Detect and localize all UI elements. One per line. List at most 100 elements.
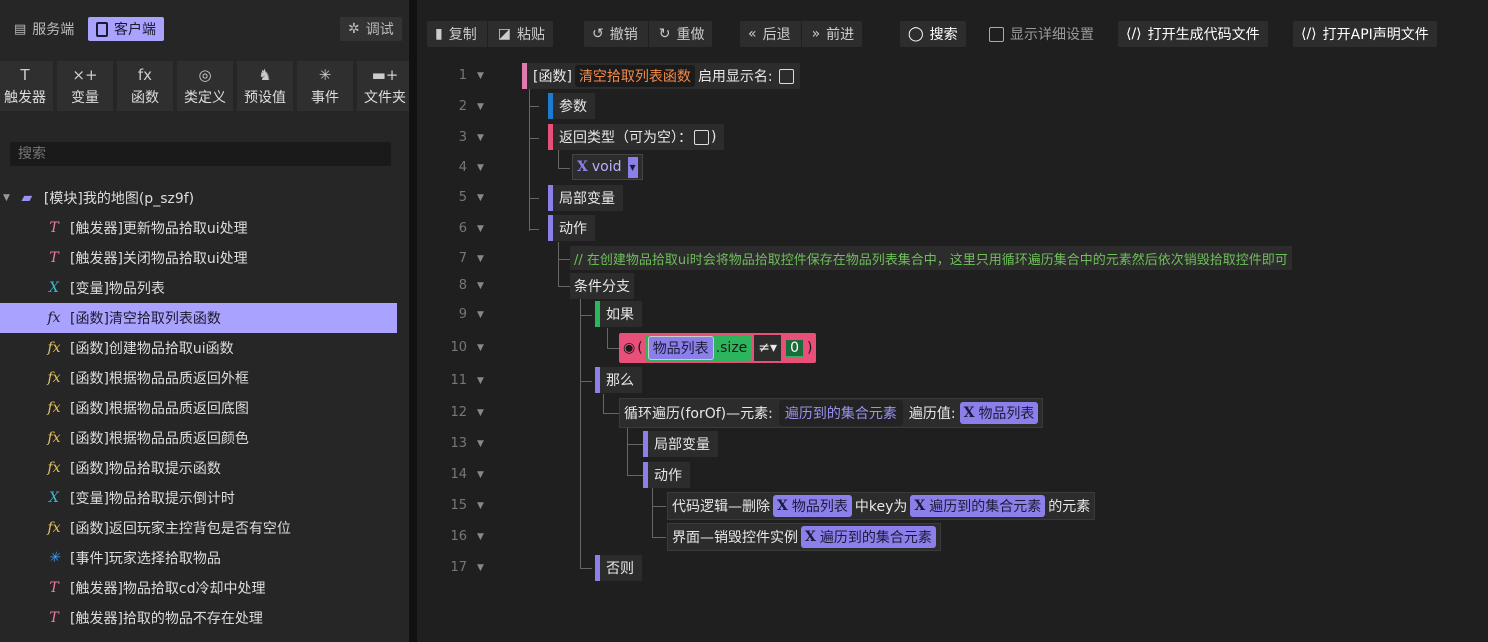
tab-server[interactable]: ▤ 服务端 [6,17,82,41]
void-type-select[interactable]: X void ▼ [572,154,643,180]
collapse-icon[interactable]: ▼ [477,102,484,112]
enable-display-checkbox[interactable] [778,68,794,84]
client-icon [96,21,108,37]
tree-item[interactable]: T [触发器]拾取的物品不存在处理 [0,603,409,633]
inner-actions-block[interactable]: 动作 [643,462,690,488]
tool-event[interactable]: ✳ 事件 [297,61,353,111]
tree-item[interactable]: fx [函数]根据物品品质返回颜色 [0,423,409,453]
tree-item[interactable]: T [触发器]关闭物品拾取ui处理 [0,243,409,273]
collapse-icon[interactable]: ▼ [477,224,484,234]
tree-item[interactable]: fx [函数]清空拾取列表函数 [0,303,397,333]
collapse-icon[interactable]: ▼ [477,71,484,81]
inner-locals-block[interactable]: 局部变量 [643,431,718,457]
copy-paste-group: ▮ 复制 ◪ 粘贴 [427,21,553,47]
locals-block[interactable]: 局部变量 [548,185,623,211]
copy-button[interactable]: 复制 [449,24,477,44]
tool-trigger[interactable]: T 触发器 [0,61,53,111]
open-generated-code-button[interactable]: ⟨/⟩ 打开生成代码文件 [1118,21,1268,47]
panel-divider[interactable] [409,0,417,642]
nullable-checkbox[interactable] [694,129,709,145]
loop-value[interactable]: X 物品列表 [959,402,1039,424]
folder-icon: ▰ [21,190,33,206]
else-block[interactable]: 否则 [595,555,642,581]
size-expression[interactable]: 物品列表 .size [645,335,752,361]
collapse-icon[interactable]: ▼ [477,133,484,143]
folder-add-icon: ▬+ [371,65,399,84]
tree-item[interactable]: X [变量]物品列表 [0,273,409,303]
return-type-block[interactable]: 返回类型（可为空）： ) [548,124,725,150]
forof-loop[interactable]: 循环遍历(forOf)—元素: 遍历到的集合元素 遍历值: X 物品列表 [619,398,1044,428]
destroy-widget-action[interactable]: 界面—销毁控件实例 X 遍历到的集合元素 [667,523,941,551]
function-name[interactable]: 清空拾取列表函数 [574,65,695,87]
paste-icon: ◪ [497,26,511,42]
condition-expression[interactable]: ◉ ( 物品列表 .size ≠▾ 0 ) [619,333,817,363]
tab-debug[interactable]: ✲ 调试 [340,17,402,41]
tool-variable[interactable]: ⨯+ 变量 [57,61,113,111]
tree-item[interactable]: fx [函数]返回玩家主控背包是否有空位 [0,513,409,543]
operator-select[interactable]: ≠▾ [754,335,782,361]
collapse-icon[interactable]: ▼ [477,163,484,173]
tree-item[interactable]: T [触发器]物品拾取cd冷却中处理 [0,573,409,603]
collapse-icon[interactable]: ▼ [477,563,484,573]
tab-client[interactable]: 客户端 [88,17,164,41]
collapse-icon[interactable]: ▼ [477,343,484,353]
search-button[interactable]: ◯ 搜索 [900,21,966,47]
destroy-target[interactable]: X 遍历到的集合元素 [801,526,936,548]
params-block[interactable]: 参数 [548,93,595,119]
detail-checkbox[interactable] [989,26,1004,42]
variable-icon: X [49,280,59,296]
tool-preset[interactable]: ♞ 预设值 [237,61,293,111]
loop-element[interactable]: 遍历到的集合元素 [778,400,903,426]
back-icon: « [748,26,757,42]
line-number: 5 [458,190,467,205]
redo-button[interactable]: 重做 [676,24,704,44]
delete-action[interactable]: 代码逻辑—删除 X 物品列表 中key为 X 遍历到的集合元素 的元素 [667,492,1096,520]
collapse-icon[interactable]: ▼ [477,193,484,203]
collapse-icon[interactable]: ▼ [477,281,484,291]
tree-root[interactable]: ▼ ▰ [模块]我的地图(p_sz9f) [0,183,409,213]
open-api-declaration-button[interactable]: ⟨/⟩ 打开API声明文件 [1293,21,1437,47]
branch-block[interactable]: 条件分支 [570,273,634,299]
tool-class[interactable]: ◎ 类定义 [177,61,233,111]
collapse-icon[interactable]: ▼ [477,439,484,449]
delete-list[interactable]: X 物品列表 [773,495,852,517]
collapse-icon[interactable]: ▼ [477,310,484,320]
function-icon: fx [137,65,153,84]
class-icon: ◎ [198,65,212,84]
function-header[interactable]: [函数] 清空拾取列表函数 启用显示名: [522,63,800,89]
back-button[interactable]: 后退 [763,24,791,44]
show-detail-toggle[interactable]: 显示详细设置 [989,21,1094,47]
paste-button[interactable]: 粘贴 [517,24,545,44]
tree-item[interactable]: T [触发器]更新物品拾取ui处理 [0,213,409,243]
collapse-icon[interactable]: ▼ [477,532,484,542]
undo-button[interactable]: 撤销 [610,24,638,44]
expand-icon[interactable]: ▼ [3,193,10,203]
tree-item[interactable]: X [变量]物品拾取提示倒计时 [0,483,409,513]
collapse-icon[interactable]: ▼ [477,501,484,511]
collapse-icon[interactable]: ▼ [477,408,484,418]
var-item-list[interactable]: 物品列表 [647,336,714,360]
line-number: 3 [458,130,467,145]
line-number: 2 [458,99,467,114]
tool-folder-add[interactable]: ▬+ 文件夹 [357,61,409,111]
forward-button[interactable]: 前进 [826,24,854,44]
collapse-icon[interactable]: ▼ [477,376,484,386]
collapse-icon[interactable]: ▼ [477,254,484,264]
tool-function[interactable]: fx 函数 [117,61,173,111]
delete-key[interactable]: X 遍历到的集合元素 [910,495,1046,517]
tree-item[interactable]: fx [函数]物品拾取提示函数 [0,453,409,483]
tree-item[interactable]: ✳ [事件]玩家选择拾取物品 [0,543,409,573]
dropdown-icon[interactable]: ▼ [627,156,638,178]
collapse-icon[interactable]: ▼ [477,470,484,480]
tree-item[interactable]: fx [函数]根据物品品质返回外框 [0,363,409,393]
if-block[interactable]: 如果 [595,301,642,327]
eye-icon[interactable]: ◉ [623,340,635,356]
line-number: 16 [450,529,467,544]
tree-item[interactable]: fx [函数]根据物品品质返回底图 [0,393,409,423]
value-input[interactable]: 0 [785,339,804,357]
actions-block[interactable]: 动作 [548,215,595,241]
comment-block[interactable]: // 在创建物品拾取ui时会将物品拾取控件保存在物品列表集合中，这里只用循环遍历… [570,246,1292,270]
tree-item[interactable]: fx [函数]创建物品拾取ui函数 [0,333,409,363]
search-input[interactable] [10,142,391,166]
then-block[interactable]: 那么 [595,367,642,393]
